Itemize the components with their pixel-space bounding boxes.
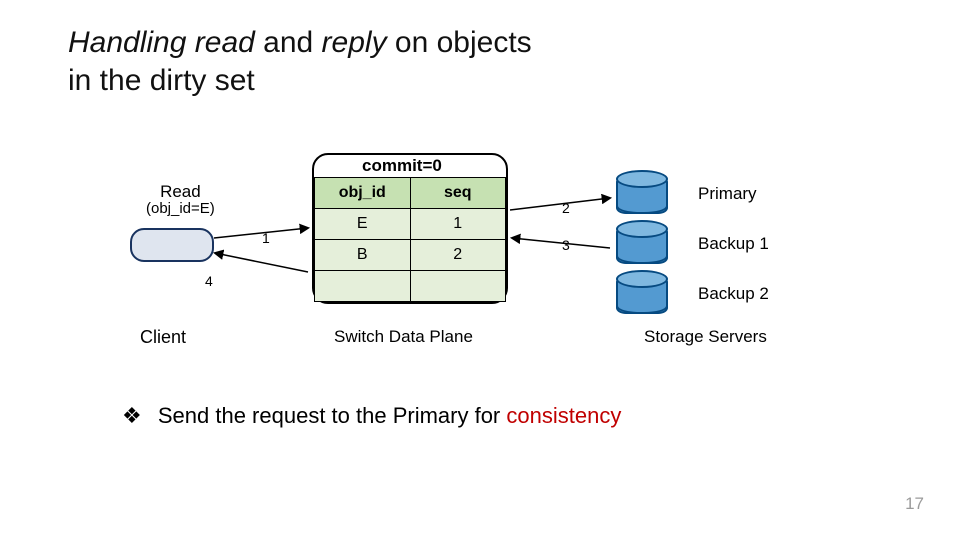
step-number-4: 4 <box>205 273 213 289</box>
read-line1: Read <box>146 183 215 201</box>
col-header-seq: seq <box>410 178 506 209</box>
cell-seq: 1 <box>410 209 506 240</box>
table-row-empty <box>315 271 506 302</box>
table-header-row: obj_id seq <box>315 178 506 209</box>
diagram: Read (obj_id=E) Client 1 4 2 3 commit=0 … <box>0 0 960 540</box>
read-request-label: Read (obj_id=E) <box>146 183 215 217</box>
table-row: B 2 <box>315 240 506 271</box>
server-label-backup1: Backup 1 <box>698 234 769 254</box>
arrow-4 <box>215 253 308 272</box>
arrow-1 <box>214 228 308 238</box>
cylinder-icon <box>616 226 668 264</box>
cell-objid: E <box>315 209 411 240</box>
page-number: 17 <box>905 494 924 514</box>
switch-data-plane-label: Switch Data Plane <box>334 327 473 347</box>
read-line2: (obj_id=E) <box>146 201 215 217</box>
cylinder-icon <box>616 176 668 214</box>
client-box <box>130 228 214 262</box>
cell-objid: B <box>315 240 411 271</box>
server-label-backup2: Backup 2 <box>698 284 769 304</box>
bullet-icon: ❖ <box>122 403 142 428</box>
step-number-3: 3 <box>562 237 570 253</box>
cell-seq: 2 <box>410 240 506 271</box>
step-number-1: 1 <box>262 230 270 246</box>
step-number-2: 2 <box>562 200 570 216</box>
dirty-set-table-wrap: obj_id seq E 1 B 2 <box>312 153 508 304</box>
dirty-set-table: obj_id seq E 1 B 2 <box>314 177 506 302</box>
cylinder-icon <box>616 276 668 314</box>
arrow-2 <box>510 198 610 210</box>
storage-servers-label: Storage Servers <box>644 327 767 347</box>
col-header-objid: obj_id <box>315 178 411 209</box>
arrow-3 <box>512 238 610 248</box>
bullet-line: ❖ Send the request to the Primary for co… <box>122 403 621 429</box>
server-label-primary: Primary <box>698 184 757 204</box>
table-row: E 1 <box>315 209 506 240</box>
client-label: Client <box>140 327 186 348</box>
bullet-text: Send the request to the Primary for <box>158 403 507 428</box>
bullet-highlight: consistency <box>506 403 621 428</box>
